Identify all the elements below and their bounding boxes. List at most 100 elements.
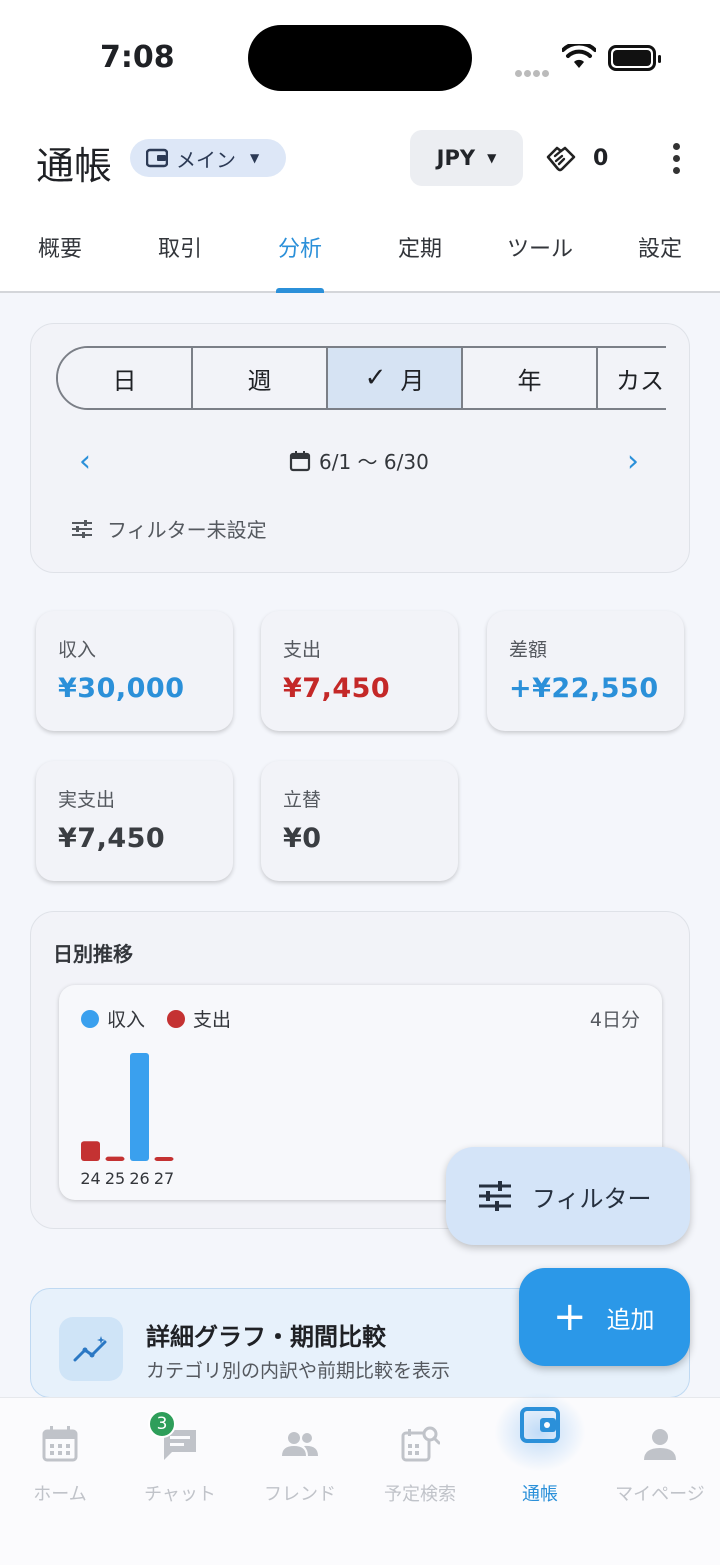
segment-label: カスタム <box>616 366 666 395</box>
tab-overview[interactable]: 概要 <box>0 231 120 263</box>
nav-label: フレンド <box>264 1484 336 1505</box>
segment-year[interactable]: 年 <box>463 348 598 408</box>
expense-bar-24 <box>81 1141 100 1161</box>
income-label: 収入 <box>58 639 97 661</box>
chevron-right-icon[interactable]: › <box>627 444 639 479</box>
actual-expense-label: 実支出 <box>58 789 116 811</box>
tune-icon <box>479 1181 511 1211</box>
segment-week[interactable]: 週 <box>193 348 328 408</box>
x-tick-label: 27 <box>154 1169 174 1188</box>
chat-badge: 3 <box>148 1410 176 1438</box>
wallet-selector[interactable]: メイン ▼ <box>130 139 286 177</box>
currency-label: JPY <box>436 146 476 170</box>
advance-card[interactable]: 立替 ¥0 <box>261 761 458 881</box>
chevron-down-icon: ▼ <box>487 151 497 165</box>
status-bar: 7:08 <box>0 0 720 115</box>
date-range[interactable]: 6/1 〜 6/30 <box>289 446 429 475</box>
x-tick-label: 26 <box>129 1169 149 1188</box>
difference-label: 差額 <box>509 639 548 661</box>
battery-icon <box>608 45 661 71</box>
status-time: 7:08 <box>100 40 175 75</box>
actual-expense-value: ¥7,450 <box>58 823 166 854</box>
nav-home[interactable]: ホーム <box>0 1398 120 1518</box>
nav-label: 通帳 <box>522 1484 558 1505</box>
signal-icon <box>515 62 553 77</box>
nav-chat[interactable]: 3 チャット <box>120 1398 240 1518</box>
difference-value: +¥22,550 <box>509 673 659 704</box>
expense-card[interactable]: 支出 ¥7,450 <box>261 611 458 731</box>
tab-tools[interactable]: ツール <box>480 231 600 263</box>
tab-settings[interactable]: 設定 <box>600 231 720 263</box>
nav-label: ホーム <box>33 1484 87 1505</box>
bottom-nav: ホーム 3 チャット フレンド 予定検索 通帳 マイページ <box>0 1392 720 1565</box>
segment-label: 日 <box>112 366 137 395</box>
income-value: ¥30,000 <box>58 673 185 704</box>
segment-label: 週 <box>247 366 272 395</box>
wallet-icon <box>146 148 168 168</box>
points-display[interactable]: 0 <box>545 143 608 173</box>
trend-chart-icon <box>59 1317 123 1381</box>
handshake-icon <box>546 146 576 172</box>
segment-month[interactable]: ✓ 月 <box>328 348 463 408</box>
points-value: 0 <box>593 145 609 171</box>
nav-passbook[interactable]: 通帳 <box>480 1392 600 1518</box>
wifi-icon <box>562 44 596 68</box>
segment-custom[interactable]: カスタム <box>598 348 666 408</box>
period-segmented-control: 日 週 ✓月 年 カスタム <box>56 346 666 410</box>
calendar-search-icon <box>401 1426 440 1462</box>
expense-value: ¥7,450 <box>283 673 391 704</box>
income-card[interactable]: 収入 ¥30,000 <box>36 611 233 731</box>
add-fab[interactable]: + 追加 <box>519 1268 690 1366</box>
tab-transactions[interactable]: 取引 <box>120 231 240 263</box>
x-tick-label: 24 <box>80 1169 100 1188</box>
check-icon: ✓ <box>364 363 387 393</box>
calendar-icon <box>42 1426 78 1462</box>
actual-expense-card[interactable]: 実支出 ¥7,450 <box>36 761 233 881</box>
nav-schedule-search[interactable]: 予定検索 <box>360 1398 480 1518</box>
filter-status[interactable]: フィルター未設定 <box>71 514 267 543</box>
period-card: 日 週 ✓月 年 カスタム ‹ 6/1 〜 6/30 › フィルター未設定 <box>30 323 690 573</box>
plus-icon: + <box>553 1294 587 1340</box>
wallet-icon <box>520 1407 560 1443</box>
person-icon <box>644 1429 676 1460</box>
dynamic-island <box>248 25 472 91</box>
page-title: 通帳 <box>36 144 113 188</box>
app-bar: 通帳 メイン ▼ JPY ▼ 0 <box>0 115 720 205</box>
people-icon <box>282 1432 318 1456</box>
nav-label: チャット <box>144 1484 216 1505</box>
date-navigator: ‹ 6/1 〜 6/30 › <box>31 442 691 482</box>
nav-mypage[interactable]: マイページ <box>600 1398 720 1518</box>
tab-indicator <box>276 288 324 293</box>
nav-label: マイページ <box>615 1484 705 1505</box>
chevron-down-icon: ▼ <box>250 151 260 165</box>
add-fab-label: 追加 <box>606 1305 655 1334</box>
nav-friends[interactable]: フレンド <box>240 1398 360 1518</box>
chevron-left-icon[interactable]: ‹ <box>79 444 91 479</box>
difference-card[interactable]: 差額 +¥22,550 <box>487 611 684 731</box>
expense-label: 支出 <box>283 639 322 661</box>
expense-bar-25 <box>105 1156 125 1161</box>
segment-label: 月 <box>400 366 425 395</box>
wallet-label: メイン <box>176 147 236 172</box>
x-tick-label: 25 <box>105 1169 125 1188</box>
advance-value: ¥0 <box>283 823 322 854</box>
currency-selector[interactable]: JPY ▼ <box>410 130 523 186</box>
segment-label: 年 <box>517 366 542 395</box>
detail-graph-subtitle: カテゴリ別の内訳や前期比較を表示 <box>146 1360 451 1382</box>
advance-label: 立替 <box>283 789 322 811</box>
daily-trend-title: 日別推移 <box>53 942 133 966</box>
nav-label: 予定検索 <box>384 1484 456 1505</box>
tune-icon <box>72 519 92 538</box>
income-bar-26 <box>130 1053 149 1161</box>
filter-fab[interactable]: フィルター <box>446 1147 690 1245</box>
expense-bar-27 <box>154 1157 174 1161</box>
calendar-icon <box>289 450 311 471</box>
filter-status-label: フィルター未設定 <box>107 518 267 542</box>
segment-day[interactable]: 日 <box>58 348 193 408</box>
tab-recurring[interactable]: 定期 <box>360 231 480 263</box>
filter-fab-label: フィルター <box>532 1184 652 1213</box>
tab-analysis[interactable]: 分析 <box>240 231 360 263</box>
detail-graph-title: 詳細グラフ・期間比較 <box>146 1323 386 1351</box>
more-menu-icon[interactable] <box>662 139 690 179</box>
date-range-label: 6/1 〜 6/30 <box>319 450 429 474</box>
